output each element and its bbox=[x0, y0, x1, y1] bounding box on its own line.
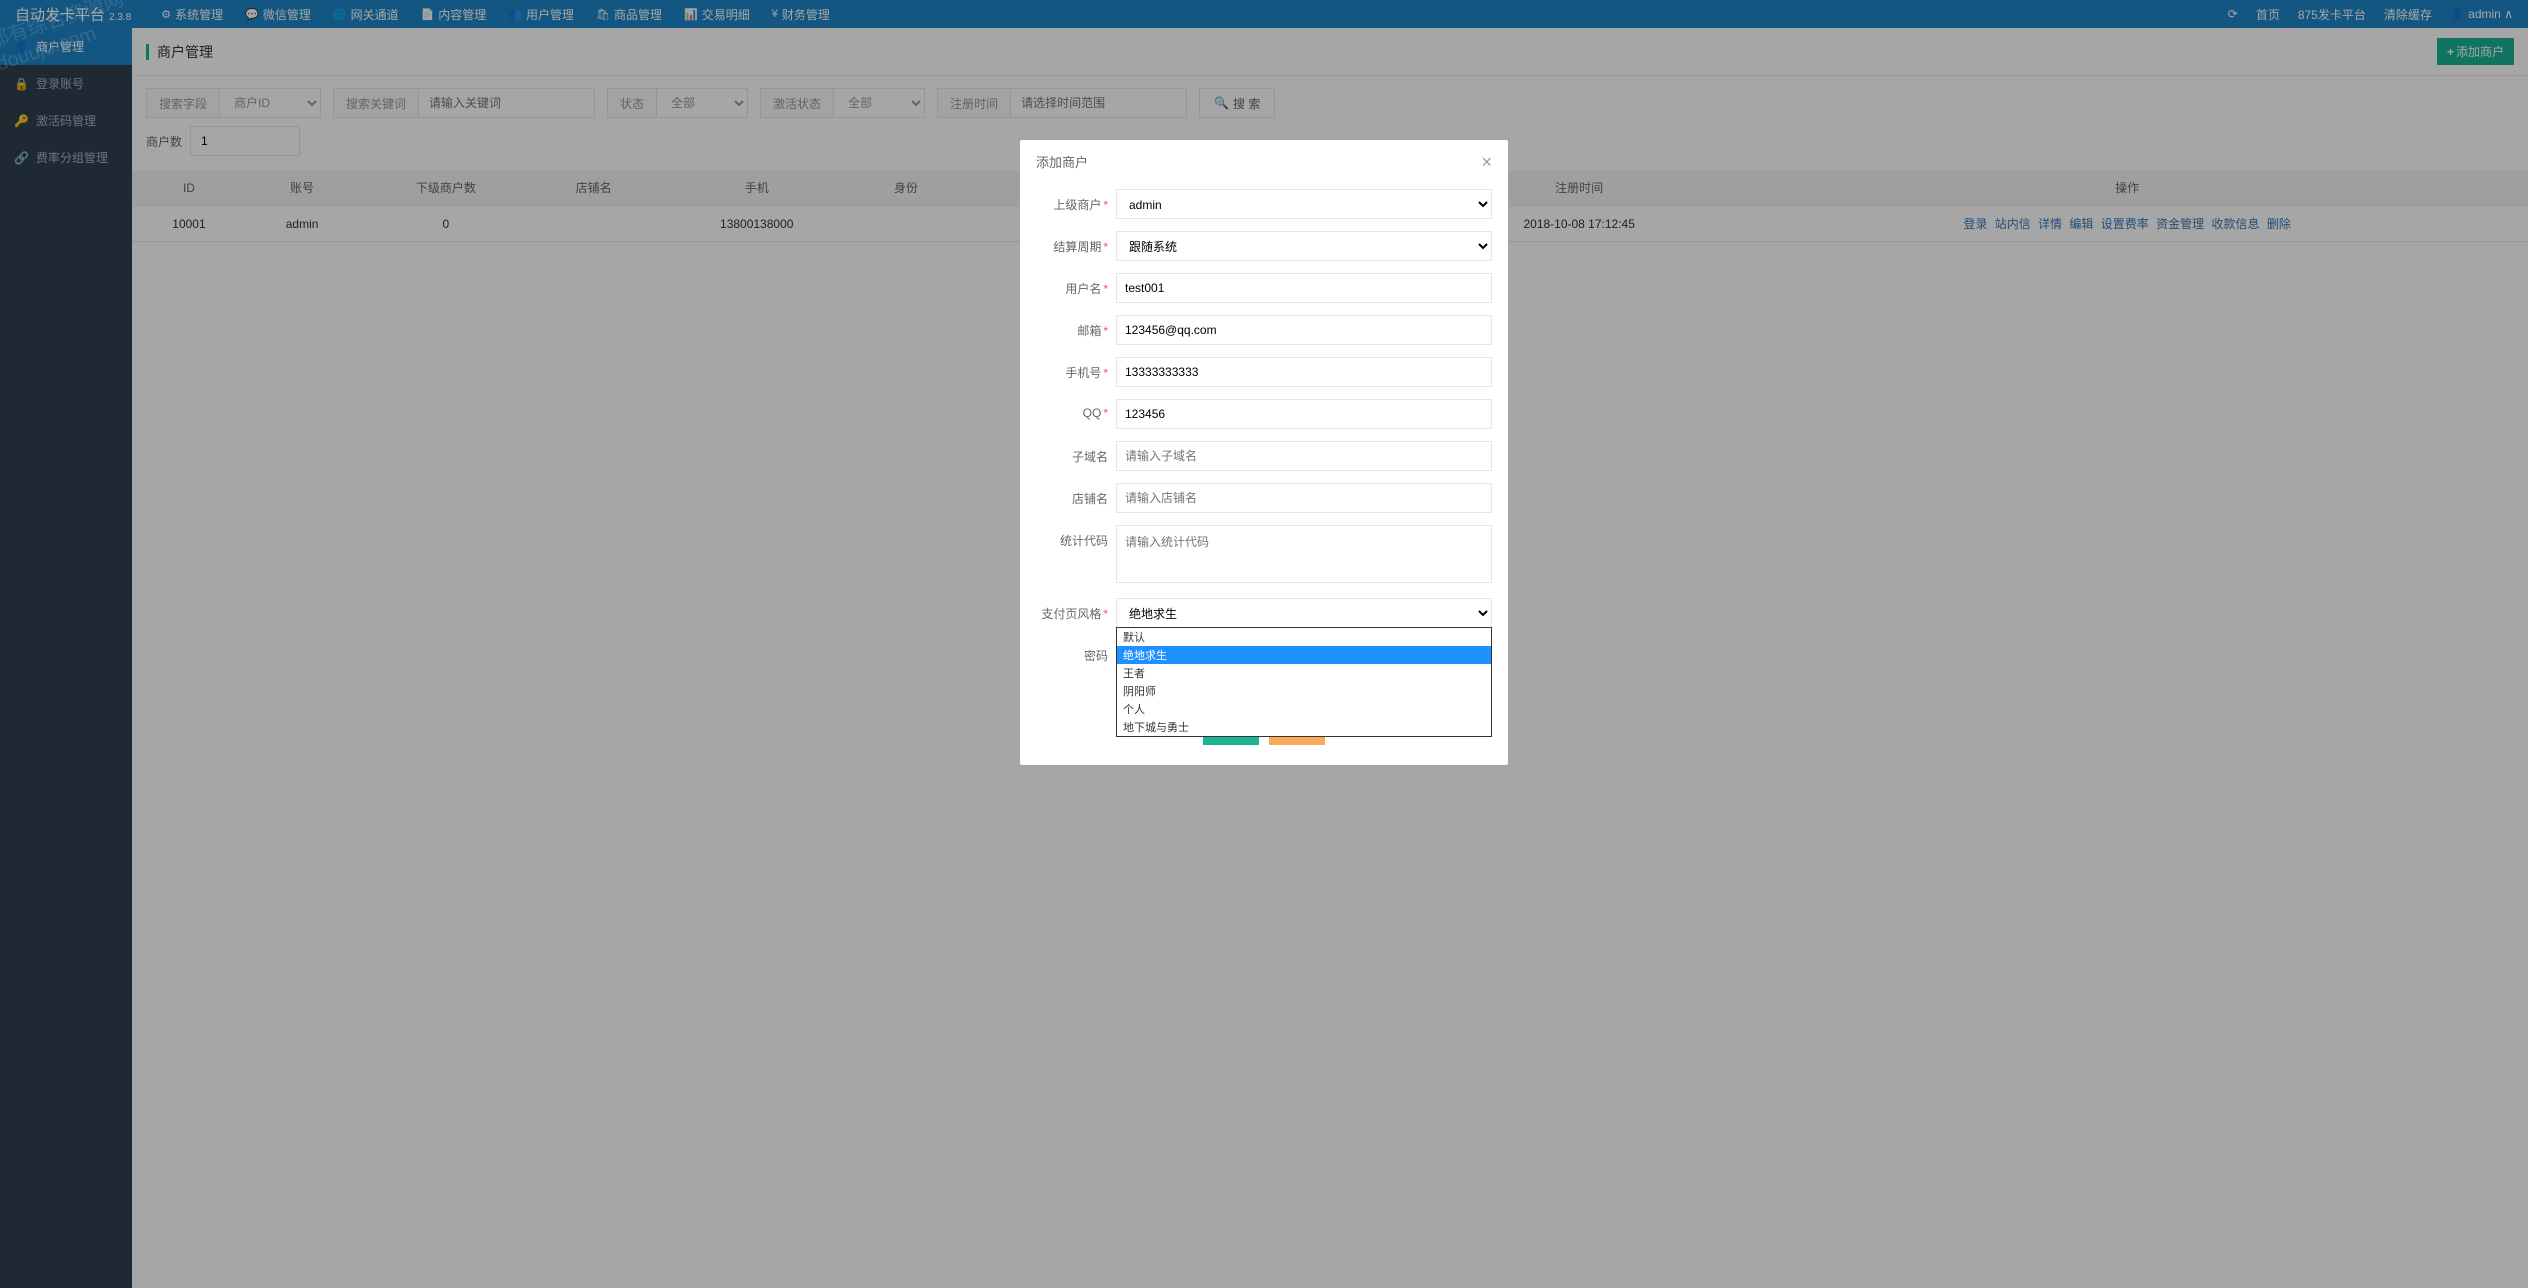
subdomain-input[interactable] bbox=[1116, 441, 1492, 471]
email-input[interactable] bbox=[1116, 315, 1492, 345]
label-qq: QQ bbox=[1083, 406, 1102, 420]
label-mobile: 手机号 bbox=[1065, 366, 1101, 380]
label-period: 结算周期 bbox=[1053, 240, 1101, 254]
paystyle-option[interactable]: 个人 bbox=[1117, 700, 1491, 718]
label-shopname: 店铺名 bbox=[1072, 492, 1108, 506]
period-select[interactable]: 跟随系统 bbox=[1116, 231, 1492, 261]
paystyle-option[interactable]: 默认 bbox=[1117, 628, 1491, 646]
label-password: 密码 bbox=[1084, 649, 1108, 663]
label-email: 邮箱 bbox=[1077, 324, 1101, 338]
statcode-textarea[interactable] bbox=[1116, 525, 1492, 583]
paystyle-dropdown: 默认 绝地求生 王者 阴阳师 个人 地下城与勇士 bbox=[1116, 627, 1492, 737]
shopname-input[interactable] bbox=[1116, 483, 1492, 513]
qq-input[interactable] bbox=[1116, 399, 1492, 429]
label-subdomain: 子域名 bbox=[1072, 450, 1108, 464]
label-username: 用户名 bbox=[1065, 282, 1101, 296]
paystyle-select[interactable]: 绝地求生 bbox=[1116, 598, 1492, 628]
parent-select[interactable]: admin bbox=[1116, 189, 1492, 219]
mobile-input[interactable] bbox=[1116, 357, 1492, 387]
paystyle-option[interactable]: 阴阳师 bbox=[1117, 682, 1491, 700]
label-paystyle: 支付页风格 bbox=[1041, 607, 1101, 621]
label-statcode: 统计代码 bbox=[1060, 534, 1108, 548]
label-parent: 上级商户 bbox=[1053, 198, 1101, 212]
modal-title: 添加商户 bbox=[1036, 152, 1088, 171]
paystyle-option[interactable]: 绝地求生 bbox=[1117, 646, 1491, 664]
add-merchant-modal: 添加商户 × 上级商户*admin 结算周期*跟随系统 用户名* 邮箱* 手机号… bbox=[1020, 140, 1508, 765]
modal-overlay: 添加商户 × 上级商户*admin 结算周期*跟随系统 用户名* 邮箱* 手机号… bbox=[0, 0, 2528, 1288]
paystyle-option[interactable]: 王者 bbox=[1117, 664, 1491, 682]
paystyle-option[interactable]: 地下城与勇士 bbox=[1117, 718, 1491, 736]
username-input[interactable] bbox=[1116, 273, 1492, 303]
modal-close-button[interactable]: × bbox=[1481, 153, 1492, 171]
